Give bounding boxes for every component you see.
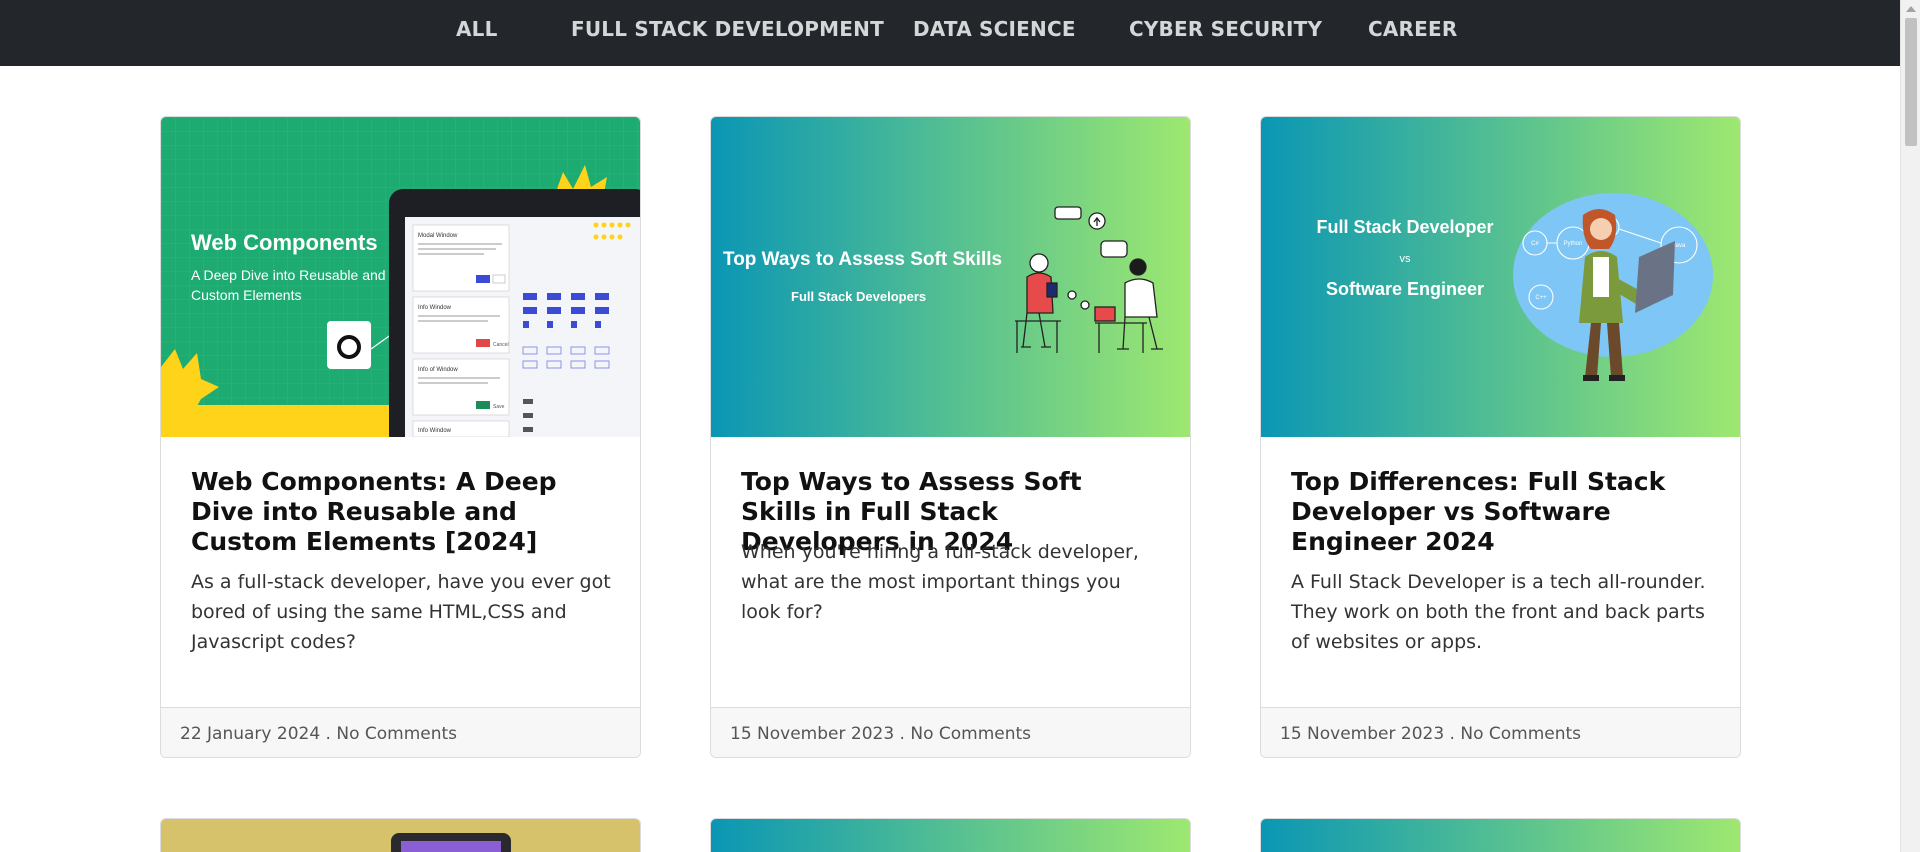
image-heading: Top Ways to Assess Soft Skills	[723, 249, 1002, 270]
svg-text:Modal Window: Modal Window	[418, 233, 458, 239]
post-date: 15 November 2023	[730, 724, 895, 744]
logo-badge	[327, 321, 371, 369]
page-scrollbar[interactable]	[1900, 0, 1920, 852]
bubble-csharp: C#	[1531, 241, 1539, 247]
image-heading: Web Components	[191, 230, 378, 255]
nav-item-cyber-security[interactable]: CYBER SECURITY	[1129, 17, 1322, 43]
nav-item-data-science[interactable]: DATA SCIENCE	[913, 17, 1076, 43]
post-date: 22 January 2024	[180, 724, 321, 744]
card-thumbnail[interactable]: Top Ways to Assess Soft Skills Full Stac…	[711, 117, 1190, 437]
card-thumbnail[interactable]: Full Stack Developer vs Software Enginee…	[1261, 117, 1740, 437]
card-excerpt: As a full-stack developer, have you ever…	[191, 571, 611, 653]
blog-card-next-2[interactable]	[710, 818, 1191, 852]
top-nav: ALL FULL STACK DEVELOPMENT DATA SCIENCE …	[0, 0, 1900, 66]
post-date: 15 November 2023	[1280, 724, 1445, 744]
soft-skills-illustration: Top Ways to Assess Soft Skills Full Stac…	[711, 117, 1190, 437]
svg-text:Info of Window: Info of Window	[418, 367, 458, 373]
image-line2: vs	[1400, 253, 1412, 265]
scrollbar-thumb[interactable]	[1905, 18, 1917, 146]
card-excerpt: A Full Stack Developer is a tech all-rou…	[1291, 571, 1706, 653]
nav-item-full-stack-development[interactable]: FULL STACK DEVELOPMENT	[571, 17, 884, 43]
bubble-cpp: C++	[1535, 295, 1547, 301]
blog-card-fullstack-vs-software-engineer[interactable]: Full Stack Developer vs Software Enginee…	[1260, 116, 1741, 758]
comments-link[interactable]: No Comments	[336, 724, 457, 744]
blog-card-web-components[interactable]: Web Components A Deep Dive into Reusable…	[160, 116, 641, 758]
image-subheading: Full Stack Developers	[791, 289, 926, 304]
image-line3: Software Engineer	[1326, 279, 1484, 299]
card-thumbnail	[161, 819, 640, 852]
card-footer: 15 November 2023 . No Comments	[1261, 707, 1740, 757]
blog-card-next-1[interactable]	[160, 818, 641, 852]
nav-item-career[interactable]: CAREER	[1368, 17, 1457, 43]
bubble-python: Python	[1564, 241, 1583, 247]
svg-text:Info Window: Info Window	[418, 428, 452, 434]
image-subheading-line1: A Deep Dive into Reusable and	[191, 267, 386, 283]
image-line1: Full Stack Developer	[1316, 217, 1493, 237]
svg-text:Save: Save	[493, 404, 505, 410]
card-footer: 15 November 2023 . No Comments	[711, 707, 1190, 757]
nav-item-all[interactable]: ALL	[456, 17, 498, 43]
card-footer: 22 January 2024 . No Comments	[161, 707, 640, 757]
web-components-illustration: Web Components A Deep Dive into Reusable…	[161, 117, 640, 437]
svg-text:Info Window: Info Window	[418, 305, 452, 311]
blog-card-soft-skills[interactable]: Top Ways to Assess Soft Skills Full Stac…	[710, 116, 1191, 758]
card-excerpt: When you're hiring a full-stack develope…	[741, 541, 1139, 623]
comments-link[interactable]: No Comments	[910, 724, 1031, 744]
card-title[interactable]: Top Differences: Full Stack Developer vs…	[1291, 467, 1711, 557]
card-thumbnail[interactable]: Web Components A Deep Dive into Reusable…	[161, 117, 640, 437]
image-subheading-line2: Custom Elements	[191, 287, 301, 303]
card-title[interactable]: Web Components: A Deep Dive into Reusabl…	[191, 467, 611, 557]
comments-link[interactable]: No Comments	[1460, 724, 1581, 744]
scroll-up-arrow-icon[interactable]	[1906, 6, 1916, 12]
fullstack-vs-engineer-illustration: Full Stack Developer vs Software Enginee…	[1261, 117, 1740, 437]
blog-card-next-3[interactable]	[1260, 818, 1741, 852]
svg-text:Cancel: Cancel	[493, 342, 509, 348]
